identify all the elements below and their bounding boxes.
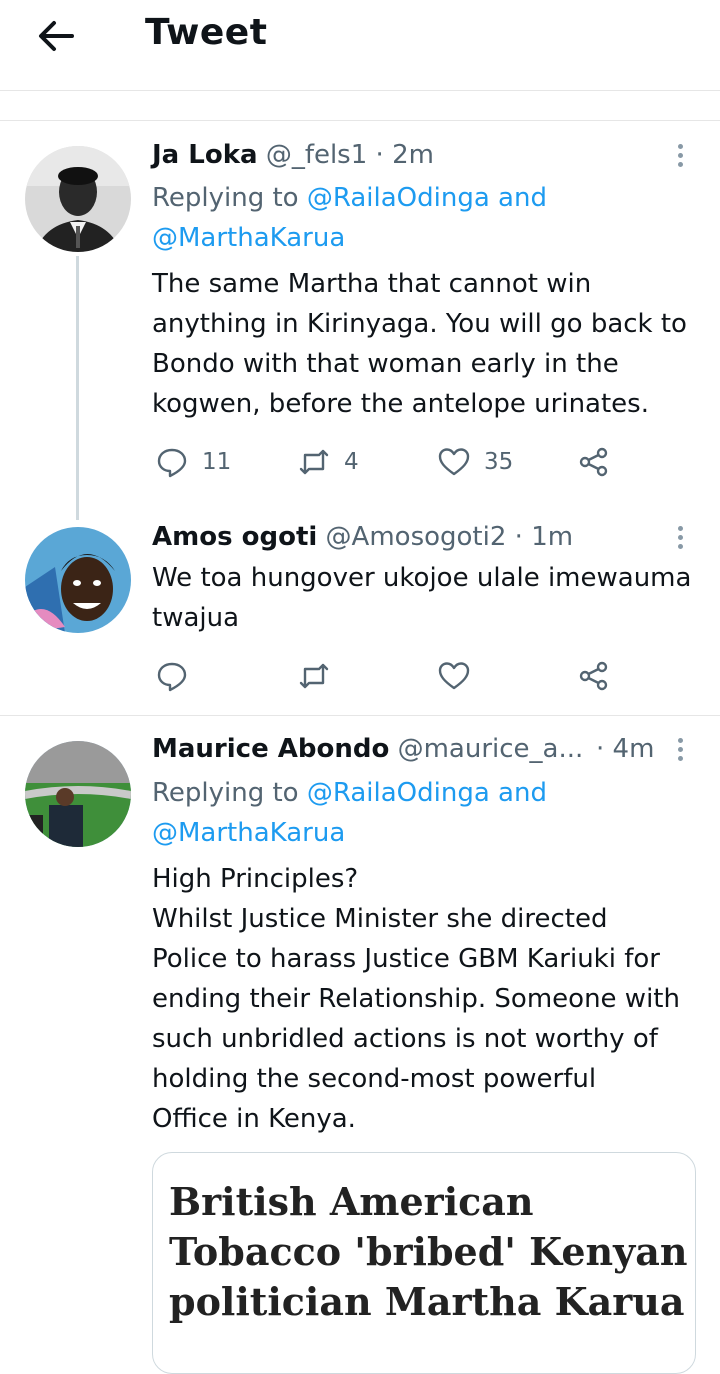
avatar[interactable]: [25, 146, 131, 252]
page-title: Tweet: [145, 12, 268, 53]
share-button[interactable]: [578, 656, 610, 696]
reply-icon: [157, 662, 187, 692]
tweet-author-line: Maurice Abondo @maurice_a...: [152, 734, 583, 764]
separator-dot: ·: [375, 140, 384, 170]
avatar[interactable]: [25, 741, 131, 847]
replying-to: Replying to @RailaOdinga and @MarthaKaru…: [152, 773, 547, 853]
top-bar: Tweet: [0, 0, 720, 91]
share-icon: [579, 661, 608, 691]
mention-link[interactable]: @MarthaKarua: [152, 223, 345, 253]
share-button[interactable]: [578, 442, 610, 482]
tweet-time: 1m: [531, 522, 574, 552]
divider: [0, 715, 720, 716]
mention-and[interactable]: and: [490, 778, 547, 808]
reply-button[interactable]: [156, 656, 188, 696]
more-vertical-icon[interactable]: [666, 522, 694, 556]
tweet-author-line: Ja Loka @_fels1 · 2m: [152, 140, 434, 170]
tweet-time: 2m: [392, 140, 434, 170]
retweet-button[interactable]: 4: [298, 442, 359, 482]
tweet-text: High Principles? Whilst Justice Minister…: [152, 864, 680, 1134]
thread-line: [76, 256, 79, 520]
reply-button[interactable]: 11: [156, 442, 231, 482]
share-icon: [579, 447, 608, 477]
more-vertical-icon[interactable]: [666, 734, 694, 768]
tweet-text: We toa hungover ukojoe ulale imewauma tw…: [152, 563, 692, 633]
link-preview-card[interactable]: British American Tobacco 'bribed' Kenyan…: [152, 1152, 696, 1374]
more-vertical-icon[interactable]: [666, 140, 694, 174]
tweet-time-line: · 4m: [596, 734, 654, 764]
avatar[interactable]: [25, 527, 131, 633]
tweet-time: 4m: [612, 734, 655, 764]
retweet-count: 4: [344, 449, 359, 475]
like-icon: [438, 448, 470, 476]
author-handle[interactable]: @Amosogoti2: [326, 522, 507, 552]
author-name[interactable]: Maurice Abondo: [152, 734, 389, 764]
separator-dot: ·: [596, 734, 605, 764]
replying-prefix: Replying to: [152, 778, 307, 808]
replying-to: Replying to @RailaOdinga and @MarthaKaru…: [152, 178, 547, 258]
back-arrow-icon[interactable]: [32, 14, 80, 58]
replying-prefix: Replying to: [152, 183, 307, 213]
tweet-author-line: Amos ogoti @Amosogoti2 · 1m: [152, 522, 573, 552]
author-handle[interactable]: @maurice_a...: [398, 734, 584, 764]
like-button[interactable]: 35: [438, 442, 513, 482]
separator-dot: ·: [514, 522, 523, 552]
divider: [0, 120, 720, 121]
mention-and[interactable]: and: [490, 183, 547, 213]
mention-link[interactable]: @MarthaKarua: [152, 818, 345, 848]
card-headline: British American Tobacco 'bribed' Kenyan…: [169, 1179, 688, 1324]
tweet-text: The same Martha that cannot win anything…: [152, 269, 687, 419]
mention-link[interactable]: @RailaOdinga: [307, 778, 490, 808]
like-button[interactable]: [438, 656, 470, 696]
retweet-button[interactable]: [298, 656, 330, 696]
like-icon: [438, 662, 470, 690]
reply-icon: [157, 448, 187, 478]
author-name[interactable]: Amos ogoti: [152, 522, 317, 552]
author-handle[interactable]: @_fels1: [266, 140, 367, 170]
retweet-icon: [299, 663, 329, 689]
retweet-icon: [299, 449, 329, 475]
reply-count: 11: [202, 449, 232, 475]
like-count: 35: [484, 449, 514, 475]
mention-link[interactable]: @RailaOdinga: [307, 183, 490, 213]
author-name[interactable]: Ja Loka: [152, 140, 258, 170]
